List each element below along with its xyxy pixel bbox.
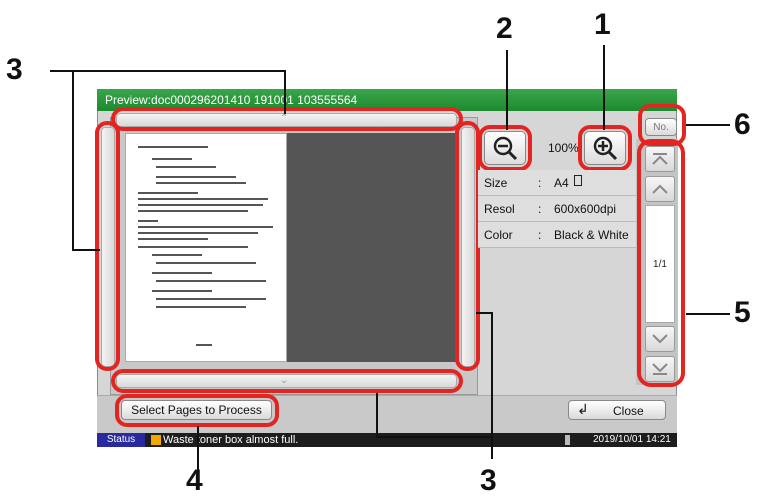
- callout-line: [506, 50, 508, 130]
- color-sep: :: [538, 228, 542, 242]
- status-message: Waste toner box almost full.: [163, 434, 299, 446]
- callout-line: [686, 124, 730, 126]
- size-label: Size: [484, 176, 508, 190]
- callout-1: 1: [594, 8, 611, 41]
- callout-line: [476, 312, 492, 314]
- callout-line: [376, 393, 378, 437]
- callout-ring-scroll-left: [95, 121, 120, 371]
- callout-line: [72, 70, 286, 72]
- info-row-color: Color : Black & White: [478, 222, 636, 248]
- size-sep: :: [538, 176, 542, 190]
- close-button[interactable]: ↲ Close: [568, 400, 666, 420]
- callout-ring-zoom-out: [478, 125, 532, 171]
- callout-line: [72, 249, 100, 251]
- portrait-orientation-icon: [574, 175, 582, 186]
- callout-ring-select-pages: [115, 394, 279, 427]
- device-icon: [565, 435, 570, 445]
- callout-3-bottom: 3: [480, 464, 497, 497]
- callout-4: 4: [186, 464, 203, 497]
- callout-line: [376, 436, 492, 438]
- status-datetime: 2019/10/01 14:21: [593, 434, 671, 445]
- callout-ring-page-nav: [637, 139, 685, 387]
- callout-line: [72, 70, 74, 250]
- callout-ring-zoom-in: [578, 125, 632, 171]
- callout-3-top: 3: [6, 53, 23, 86]
- info-row-size: Size : A4: [478, 170, 636, 196]
- callout-ring-scroll-right: [455, 121, 480, 371]
- return-arrow-icon: ↲: [577, 401, 589, 417]
- resolution-label: Resol: [484, 202, 515, 216]
- color-label: Color: [484, 228, 513, 242]
- close-label: Close: [613, 404, 644, 418]
- callout-line: [603, 45, 605, 130]
- callout-line: [284, 70, 286, 114]
- info-panel: Size : A4 Resol : 600x600dpi Color : Bla…: [478, 170, 636, 260]
- callout-5: 5: [734, 296, 751, 329]
- page-thumbnail: [125, 133, 287, 362]
- info-row-resolution: Resol : 600x600dpi: [478, 196, 636, 222]
- warning-icon: [151, 435, 161, 445]
- callout-6: 6: [734, 108, 751, 141]
- size-value: A4: [554, 176, 569, 190]
- resolution-sep: :: [538, 202, 542, 216]
- callout-2: 2: [496, 12, 513, 45]
- callout-line: [686, 313, 730, 315]
- callout-ring-scroll-down: [111, 369, 463, 393]
- callout-line: [50, 70, 74, 72]
- page-background: [287, 133, 459, 362]
- callout-ring-scroll-up: [111, 107, 463, 131]
- resolution-value: 600x600dpi: [554, 202, 617, 216]
- zoom-level: 100%: [548, 141, 579, 155]
- status-tab[interactable]: Status: [97, 433, 145, 447]
- color-value: Black & White: [554, 228, 629, 242]
